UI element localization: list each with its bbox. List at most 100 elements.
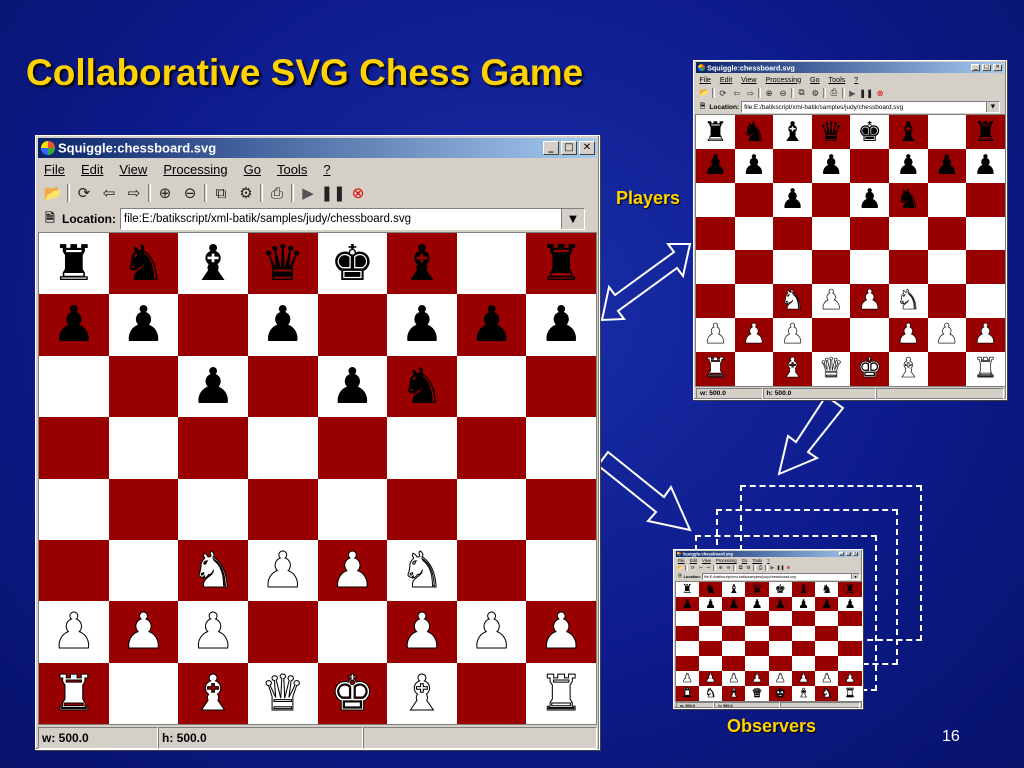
black-pawn-piece[interactable]: ♟ xyxy=(896,152,920,179)
white-queen-piece[interactable]: ♛ xyxy=(751,687,762,700)
black-pawn-piece[interactable]: ♟ xyxy=(539,300,583,350)
board-square[interactable] xyxy=(675,626,699,642)
board-square[interactable]: ♜ xyxy=(39,233,109,295)
black-queen-piece[interactable]: ♛ xyxy=(752,583,763,595)
board-square[interactable]: ♚ xyxy=(850,115,890,150)
dom-viewer-icon[interactable]: ⚙ xyxy=(809,87,821,99)
open-icon[interactable]: 📂 xyxy=(698,87,710,99)
view-source-icon[interactable]: ⧉ xyxy=(210,182,232,204)
board-square[interactable] xyxy=(838,626,862,642)
board-square[interactable] xyxy=(456,478,527,540)
white-knight-piece[interactable]: ♞ xyxy=(399,545,444,596)
board-square[interactable] xyxy=(791,641,816,657)
board-square[interactable] xyxy=(889,216,928,251)
board-square[interactable] xyxy=(745,611,769,627)
board-square[interactable]: ♞ xyxy=(387,539,457,602)
board-square[interactable]: ♟ xyxy=(791,670,816,686)
black-pawn-piece[interactable]: ♟ xyxy=(682,598,693,610)
board-square[interactable]: ♞ xyxy=(387,355,457,418)
board-square[interactable] xyxy=(247,355,318,418)
board-square[interactable]: ♞ xyxy=(698,685,723,701)
print-icon[interactable]: ⎙ xyxy=(828,87,840,99)
board-square[interactable]: ♟ xyxy=(456,294,527,356)
white-bishop-piece[interactable]: ♝ xyxy=(896,354,921,382)
white-pawn-piece[interactable]: ♟ xyxy=(819,287,844,315)
board-square[interactable] xyxy=(966,250,1005,285)
board-square[interactable]: ♟ xyxy=(696,149,735,183)
board-square[interactable] xyxy=(966,182,1005,217)
board-square[interactable]: ♛ xyxy=(745,685,769,701)
play-icon[interactable]: ▶ xyxy=(297,182,319,204)
pause-icon[interactable]: ❚❚ xyxy=(320,182,345,204)
reload-icon[interactable]: ⟳ xyxy=(717,87,729,99)
zoom-out-icon[interactable]: ⊖ xyxy=(725,565,732,572)
white-pawn-piece[interactable]: ♟ xyxy=(775,672,786,685)
menu-processing[interactable]: Processing xyxy=(716,558,737,563)
board-square[interactable]: ♜ xyxy=(966,351,1005,386)
menu-file[interactable]: File xyxy=(44,162,65,177)
board-square[interactable]: ♟ xyxy=(39,601,109,663)
white-pawn-piece[interactable]: ♟ xyxy=(190,606,235,657)
board-square[interactable] xyxy=(927,115,967,150)
white-pawn-piece[interactable]: ♟ xyxy=(844,672,855,685)
white-knight-piece[interactable]: ♞ xyxy=(190,545,235,596)
board-square[interactable]: ♝ xyxy=(791,685,816,701)
board-square[interactable] xyxy=(526,539,596,602)
black-rook-piece[interactable]: ♜ xyxy=(52,238,96,288)
black-pawn-piece[interactable]: ♟ xyxy=(819,152,843,179)
board-square[interactable] xyxy=(39,539,109,602)
board-square[interactable] xyxy=(722,656,746,671)
board-square[interactable] xyxy=(722,626,746,642)
white-pawn-piece[interactable]: ♟ xyxy=(469,606,514,657)
board-square[interactable] xyxy=(247,417,318,479)
board-square[interactable] xyxy=(456,662,527,724)
board-square[interactable] xyxy=(456,539,527,602)
back-icon[interactable]: ⇦ xyxy=(98,182,120,204)
board-square[interactable] xyxy=(815,641,839,657)
board-square[interactable] xyxy=(698,641,723,657)
location-input[interactable]: file:E:/batikscript/xml-batik/samples/ju… xyxy=(120,208,585,230)
board-square[interactable] xyxy=(178,294,248,356)
view-source-icon[interactable]: ⧉ xyxy=(795,87,807,99)
board-square[interactable] xyxy=(734,182,774,217)
white-pawn-piece[interactable]: ♟ xyxy=(330,545,375,596)
board-square[interactable] xyxy=(108,478,179,540)
white-queen-piece[interactable]: ♛ xyxy=(260,667,305,718)
board-square[interactable]: ♟ xyxy=(722,670,746,686)
board-square[interactable]: ♟ xyxy=(108,601,179,663)
board-square[interactable]: ♟ xyxy=(317,539,388,602)
white-knight-piece[interactable]: ♞ xyxy=(780,287,805,315)
menu-tools[interactable]: Tools xyxy=(752,558,762,563)
location-dropdown-icon[interactable]: ▼ xyxy=(985,101,999,113)
board-square[interactable]: ♟ xyxy=(526,601,596,663)
white-rook-piece[interactable]: ♜ xyxy=(682,687,693,700)
location-input[interactable]: file:E:/batikscript/xml-batik/samples/ju… xyxy=(741,100,1000,114)
board-square[interactable] xyxy=(698,611,723,627)
board-square[interactable] xyxy=(927,216,967,251)
board-square[interactable] xyxy=(927,351,967,386)
board-square[interactable]: ♟ xyxy=(178,601,248,663)
board-square[interactable] xyxy=(791,611,816,627)
menu-file[interactable]: File xyxy=(699,75,711,84)
board-square[interactable] xyxy=(811,216,851,251)
board-square[interactable]: ♛ xyxy=(247,233,318,295)
board-square[interactable] xyxy=(791,656,816,671)
board-square[interactable]: ♛ xyxy=(247,662,318,724)
white-pawn-piece[interactable]: ♟ xyxy=(703,321,728,349)
white-bishop-piece[interactable]: ♝ xyxy=(190,667,235,718)
white-pawn-piece[interactable]: ♟ xyxy=(539,606,584,657)
board-square[interactable]: ♜ xyxy=(526,662,596,724)
board-square[interactable]: ♞ xyxy=(815,685,839,701)
menu-edit[interactable]: Edit xyxy=(720,75,732,84)
black-pawn-piece[interactable]: ♟ xyxy=(703,152,727,179)
minimize-button[interactable]: _ xyxy=(971,63,981,72)
menu-help[interactable]: ? xyxy=(323,162,330,177)
menu-processing[interactable]: Processing xyxy=(163,162,227,177)
black-pawn-piece[interactable]: ♟ xyxy=(191,361,235,411)
board-square[interactable] xyxy=(811,182,851,217)
black-knight-piece[interactable]: ♞ xyxy=(400,361,444,411)
black-pawn-piece[interactable]: ♟ xyxy=(52,300,96,350)
menu-go[interactable]: Go xyxy=(244,162,261,177)
board-square[interactable] xyxy=(696,284,735,318)
board-square[interactable]: ♛ xyxy=(745,581,769,597)
